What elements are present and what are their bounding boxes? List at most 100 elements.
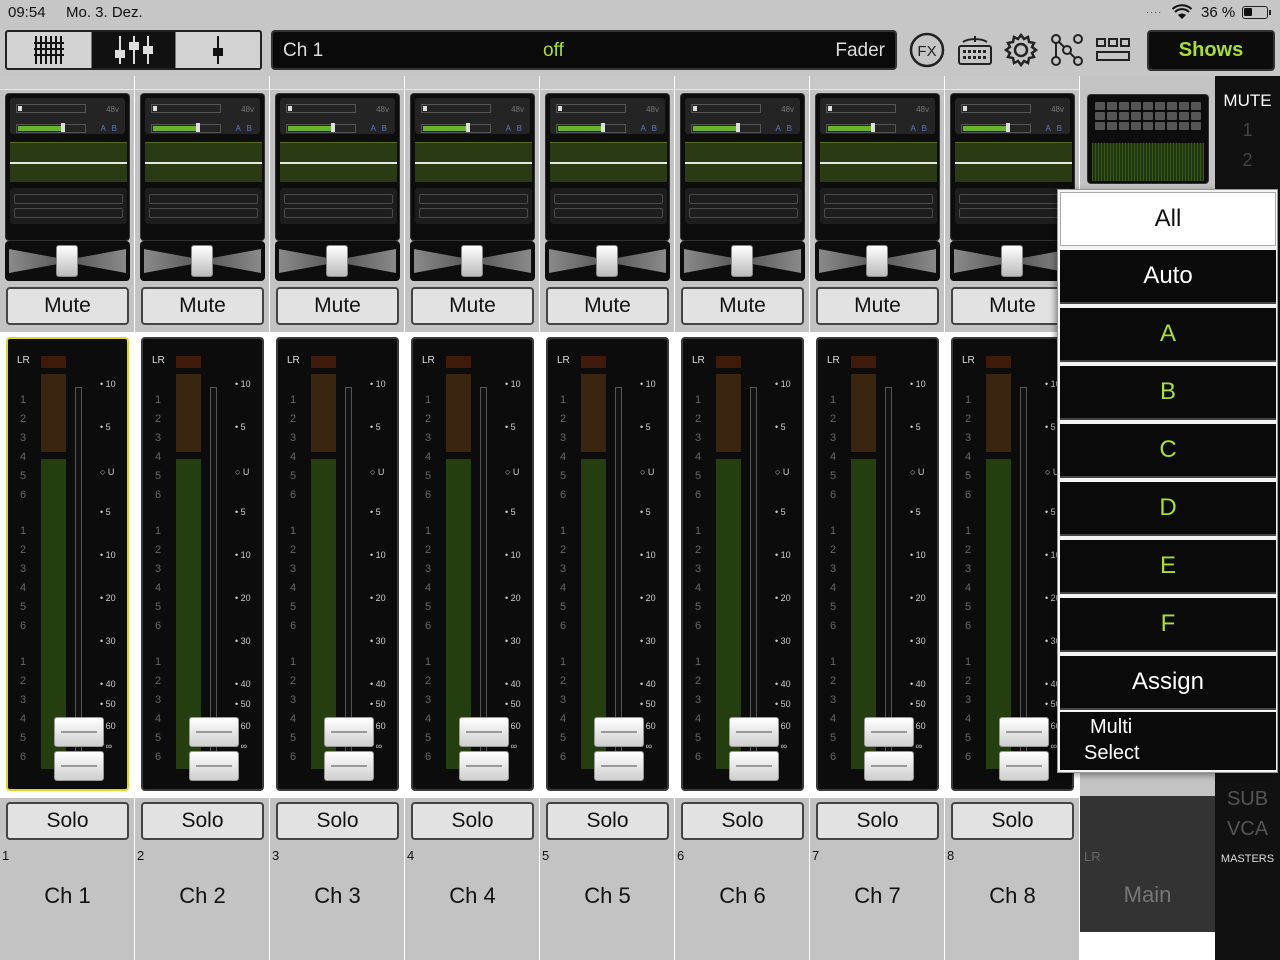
- pan-knob[interactable]: [56, 245, 78, 277]
- mute-button[interactable]: Mute: [951, 287, 1074, 325]
- channel-label[interactable]: Ch 3: [270, 883, 405, 909]
- mute-button[interactable]: Mute: [546, 287, 669, 325]
- layer-vca[interactable]: VCA: [1215, 818, 1280, 841]
- patch-button[interactable]: [1094, 30, 1132, 70]
- solo-button[interactable]: Solo: [951, 802, 1074, 840]
- channel-label[interactable]: Ch 1: [0, 883, 135, 909]
- mute-group-a[interactable]: A: [1060, 308, 1276, 362]
- channel-label[interactable]: Ch 4: [405, 883, 540, 909]
- layer-masters[interactable]: MASTERS: [1215, 853, 1280, 865]
- channel-label[interactable]: Ch 5: [540, 883, 675, 909]
- pan-slider[interactable]: [680, 241, 805, 281]
- mute-group-b[interactable]: B: [1060, 366, 1276, 420]
- clip-indicator: [311, 356, 336, 368]
- fader[interactable]: LR 1 2 3 4 5 6 1 2 3 4 5 6 1 2 3 4 5 6 • 10 • 5 ○ U • 5 • 10 • 2…: [546, 337, 669, 791]
- battery-percent: 36 %: [1201, 4, 1236, 21]
- mute-group-d[interactable]: D: [1060, 482, 1276, 536]
- settings-button[interactable]: [1002, 30, 1040, 70]
- dynamics-section: [550, 188, 667, 224]
- layer-2[interactable]: 2: [1215, 150, 1280, 171]
- fader-cap[interactable]: [189, 717, 239, 783]
- channel-thumbnail[interactable]: 48v A B: [545, 93, 670, 241]
- pan-knob[interactable]: [596, 245, 618, 277]
- channel-thumbnail[interactable]: 48v A B: [680, 93, 805, 241]
- fader[interactable]: LR 1 2 3 4 5 6 1 2 3 4 5 6 1 2 3 4 5 6 • 10 • 5 ○ U • 5 • 10 • 2…: [681, 337, 804, 791]
- pan-slider[interactable]: [5, 241, 130, 281]
- mute-group-assign[interactable]: Assign: [1060, 656, 1276, 710]
- pan-slider[interactable]: [140, 241, 265, 281]
- channel-thumbnail[interactable]: 48v A B: [815, 93, 940, 241]
- fader-cap[interactable]: [999, 717, 1049, 783]
- channel-thumbnail[interactable]: 48v A B: [275, 93, 400, 241]
- mute-group-c[interactable]: C: [1060, 424, 1276, 478]
- pan-knob[interactable]: [326, 245, 348, 277]
- mute-groups-label[interactable]: MUTE: [1215, 91, 1280, 111]
- channel-label[interactable]: Ch 6: [675, 883, 810, 909]
- gain-section: 48v A B: [415, 98, 530, 134]
- channel-thumbnail[interactable]: 48v A B: [5, 93, 130, 241]
- fader-cap[interactable]: [729, 717, 779, 783]
- channel-strip: 48v A B Mute LR 1 2 3 4 5 6 1 2 3 4 5 6 1 2 3 4 5 6 • 10 • 5 ○ U…: [405, 76, 540, 960]
- mute-button[interactable]: Mute: [276, 287, 399, 325]
- fader-cap[interactable]: [459, 717, 509, 783]
- pan-knob[interactable]: [461, 245, 483, 277]
- layer-1[interactable]: 1: [1215, 120, 1280, 141]
- fader-cap[interactable]: [594, 717, 644, 783]
- fader-cap[interactable]: [864, 717, 914, 783]
- mute-group-all[interactable]: All: [1060, 192, 1276, 246]
- pan-slider[interactable]: [545, 241, 670, 281]
- pan-knob[interactable]: [191, 245, 213, 277]
- fader-cap[interactable]: [54, 717, 104, 783]
- mute-button[interactable]: Mute: [681, 287, 804, 325]
- channel-info-bar[interactable]: Ch 1 off Fader: [271, 30, 897, 70]
- channel-thumbnail[interactable]: 48v A B: [410, 93, 535, 241]
- solo-button[interactable]: Solo: [6, 802, 129, 840]
- view-mixer-button[interactable]: [91, 32, 177, 68]
- solo-button[interactable]: Solo: [546, 802, 669, 840]
- solo-button[interactable]: Solo: [411, 802, 534, 840]
- mute-group-f[interactable]: F: [1060, 598, 1276, 652]
- channel-thumbnail[interactable]: 48v A B: [140, 93, 265, 241]
- solo-button[interactable]: Solo: [141, 802, 264, 840]
- phantom-bar: [16, 104, 86, 113]
- solo-button[interactable]: Solo: [681, 802, 804, 840]
- pan-knob[interactable]: [731, 245, 753, 277]
- shows-button[interactable]: Shows: [1147, 30, 1275, 71]
- fader[interactable]: LR 1 2 3 4 5 6 1 2 3 4 5 6 1 2 3 4 5 6 • 10 • 5 ○ U • 5 • 10 • 2…: [951, 337, 1074, 791]
- mute-group-auto[interactable]: Auto: [1060, 250, 1276, 304]
- mute-button[interactable]: Mute: [6, 287, 129, 325]
- pan-slider[interactable]: [410, 241, 535, 281]
- view-overview-button[interactable]: [7, 32, 92, 68]
- channel-label[interactable]: Ch 7: [810, 883, 945, 909]
- fader[interactable]: LR 1 2 3 4 5 6 1 2 3 4 5 6 1 2 3 4 5 6 • 10 • 5 ○ U • 5 • 10 • 2…: [411, 337, 534, 791]
- pan-slider[interactable]: [275, 241, 400, 281]
- pan-slider[interactable]: [815, 241, 940, 281]
- pan-knob[interactable]: [1001, 245, 1023, 277]
- fader[interactable]: LR 1 2 3 4 5 6 1 2 3 4 5 6 1 2 3 4 5 6 • 10 • 5 ○ U • 5 • 10 • 2…: [6, 337, 129, 791]
- channel-label[interactable]: Ch 2: [135, 883, 270, 909]
- scale-mark: • 10: [235, 379, 251, 389]
- view-channel-button[interactable]: [176, 32, 260, 68]
- fader-cap[interactable]: [324, 717, 374, 783]
- mute-group-e[interactable]: E: [1060, 540, 1276, 594]
- pan-knob[interactable]: [866, 245, 888, 277]
- fx-button[interactable]: FX: [908, 30, 946, 70]
- mute-button[interactable]: Mute: [816, 287, 939, 325]
- routing-button[interactable]: [1048, 30, 1086, 70]
- channel-label[interactable]: Ch 8: [945, 883, 1080, 909]
- fader[interactable]: LR 1 2 3 4 5 6 1 2 3 4 5 6 1 2 3 4 5 6 • 10 • 5 ○ U • 5 • 10 • 2…: [816, 337, 939, 791]
- layer-sub[interactable]: SUB: [1215, 788, 1280, 811]
- solo-button[interactable]: Solo: [276, 802, 399, 840]
- mute-button[interactable]: Mute: [411, 287, 534, 325]
- scale-mark: • 50: [910, 699, 926, 709]
- keyboard-button[interactable]: [956, 30, 994, 70]
- meter-number: 3: [20, 694, 27, 706]
- main-thumbnail[interactable]: [1087, 94, 1209, 184]
- mute-button[interactable]: Mute: [141, 287, 264, 325]
- main-name[interactable]: Main: [1080, 882, 1215, 908]
- fader[interactable]: LR 1 2 3 4 5 6 1 2 3 4 5 6 1 2 3 4 5 6 • 10 • 5 ○ U • 5 • 10 • 2…: [141, 337, 264, 791]
- solo-button[interactable]: Solo: [816, 802, 939, 840]
- meter-number: 6: [695, 751, 702, 763]
- multi-select-button[interactable]: Multi Select: [1060, 712, 1276, 770]
- fader[interactable]: LR 1 2 3 4 5 6 1 2 3 4 5 6 1 2 3 4 5 6 • 10 • 5 ○ U • 5 • 10 • 2…: [276, 337, 399, 791]
